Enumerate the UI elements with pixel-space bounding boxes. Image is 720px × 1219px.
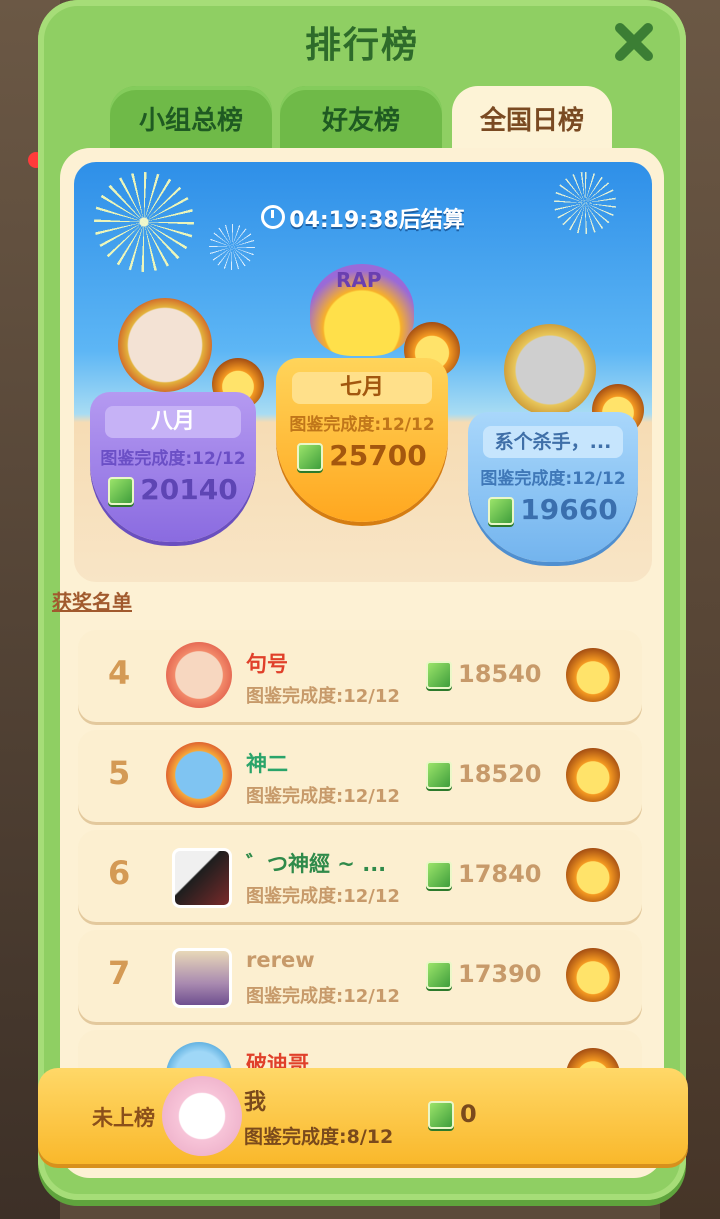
gem-icon xyxy=(426,661,452,689)
player-avatar[interactable] xyxy=(166,642,232,708)
player-name: 句号 xyxy=(246,652,288,676)
ranking-row[interactable]: 4 句号 图鉴完成度:12/12 18540 xyxy=(78,630,642,722)
gem-icon xyxy=(426,761,452,789)
podium-shield-2: 八月 图鉴完成度:12/12 20140 xyxy=(90,392,256,542)
player-name: rerew xyxy=(246,948,315,972)
gem-icon xyxy=(297,443,324,471)
player-completion: 图鉴完成度:12/12 xyxy=(246,986,400,1007)
podium-completion-3: 图鉴完成度:12/12 xyxy=(480,469,626,489)
rank-number: 7 xyxy=(108,954,131,992)
player-avatar[interactable] xyxy=(172,848,232,908)
player-score: 17390 xyxy=(426,960,542,989)
podium-avatar-3[interactable] xyxy=(504,324,596,416)
player-score: 18520 xyxy=(426,760,542,789)
close-button[interactable] xyxy=(612,20,656,64)
podium-score-3: 19660 xyxy=(468,493,638,526)
podium-shield-1: 七月 图鉴完成度:12/12 25700 xyxy=(276,358,448,522)
gem-icon xyxy=(426,961,452,989)
gem-icon xyxy=(488,497,515,525)
podium: 04:19:38后结算 八月 图鉴完成度:12/12 20140 RAP 七月 … xyxy=(74,162,652,582)
my-name: 我 xyxy=(244,1090,267,1115)
my-rank-bar[interactable]: 未上榜 我 图鉴完成度:8/12 0 xyxy=(38,1068,688,1164)
gem-icon xyxy=(428,1101,454,1129)
podium-name-3: 系个杀手，... xyxy=(483,426,623,458)
player-completion: 图鉴完成度:12/12 xyxy=(246,686,400,707)
player-name: ゛つ神經 ~ ... xyxy=(246,852,387,876)
podium-name-1: 七月 xyxy=(292,372,432,404)
podium-shield-3: 系个杀手，... 图鉴完成度:12/12 19660 xyxy=(468,412,638,562)
my-avatar[interactable] xyxy=(162,1076,242,1156)
rank-number: 6 xyxy=(108,854,131,892)
player-completion: 图鉴完成度:12/12 xyxy=(246,886,400,907)
ranking-row[interactable]: 6 ゛つ神經 ~ ... 图鉴完成度:12/12 17840 xyxy=(78,830,642,922)
tiger-reward-icon xyxy=(566,648,620,702)
rank-number: 5 xyxy=(108,754,131,792)
my-rank-status: 未上榜 xyxy=(92,1106,155,1130)
player-name: 神二 xyxy=(246,752,288,776)
podium-completion-1: 图鉴完成度:12/12 xyxy=(289,415,435,435)
awards-list-title: 获奖名单 xyxy=(52,590,132,614)
player-avatar[interactable] xyxy=(172,948,232,1008)
timer-text: 04:19:38后结算 xyxy=(289,208,465,233)
podium-avatar-2[interactable] xyxy=(118,298,212,392)
panel-title: 排行榜 xyxy=(304,25,419,66)
podium-score-1: 25700 xyxy=(276,439,448,472)
my-score: 0 xyxy=(428,1100,477,1129)
tiger-reward-icon xyxy=(566,948,620,1002)
tiger-reward-icon xyxy=(566,748,620,802)
gem-icon xyxy=(108,477,135,505)
podium-name-2: 八月 xyxy=(105,406,241,438)
ranking-row[interactable]: 7 rerew 图鉴完成度:12/12 17390 xyxy=(78,930,642,1022)
rap-badge: RAP xyxy=(336,268,382,292)
my-completion: 图鉴完成度:8/12 xyxy=(244,1126,394,1148)
clock-icon xyxy=(261,205,286,229)
rank-number: 4 xyxy=(108,654,131,692)
podium-score-2: 20140 xyxy=(90,473,256,506)
settlement-timer: 04:19:38后结算 xyxy=(74,202,652,234)
ranking-row[interactable]: 5 神二 图鉴完成度:12/12 18520 xyxy=(78,730,642,822)
player-score: 18540 xyxy=(426,660,542,689)
podium-completion-2: 图鉴完成度:12/12 xyxy=(100,449,246,469)
gem-icon xyxy=(426,861,452,889)
tiger-reward-icon xyxy=(566,848,620,902)
player-score: 17840 xyxy=(426,860,542,889)
player-avatar[interactable] xyxy=(166,742,232,808)
close-icon xyxy=(615,23,653,61)
player-completion: 图鉴完成度:12/12 xyxy=(246,786,400,807)
